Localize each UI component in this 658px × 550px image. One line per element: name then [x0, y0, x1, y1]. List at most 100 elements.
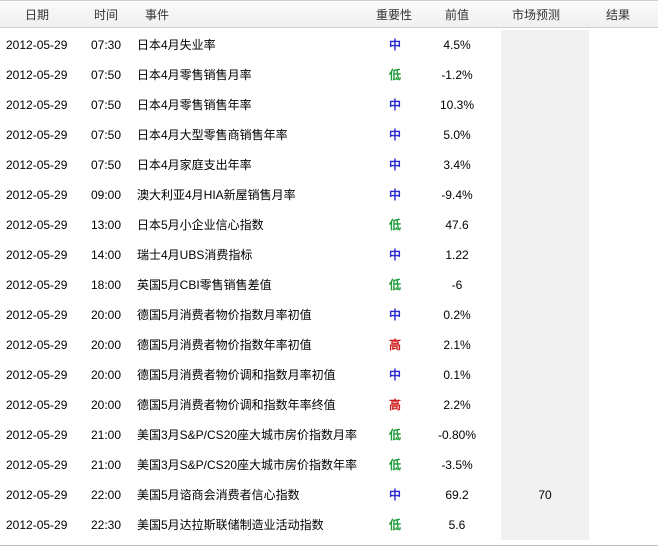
- row-time: 07:50: [90, 98, 122, 112]
- row-forecast: [501, 30, 589, 60]
- table-row: 2012-05-29 07:50 日本4月零售销售月率 低 -1.2%: [0, 60, 658, 90]
- row-time: 07:50: [90, 68, 122, 82]
- row-time: 13:00: [90, 218, 122, 232]
- row-previous: 47.6: [445, 218, 469, 232]
- row-time: 22:30: [90, 518, 122, 532]
- row-time: 18:00: [90, 278, 122, 292]
- row-importance: 高: [388, 398, 401, 412]
- table-row: 2012-05-29 20:00 德国5月消费者物价指数月率初值 中 0.2%: [0, 300, 658, 330]
- row-forecast: [501, 360, 589, 390]
- row-event: 日本4月家庭支出年率: [137, 158, 252, 172]
- row-importance: 低: [388, 428, 401, 442]
- row-previous: 5.6: [448, 518, 466, 532]
- row-importance: 低: [388, 518, 401, 532]
- row-event: 美国5月达拉斯联储制造业活动指数: [137, 518, 324, 532]
- row-forecast: [501, 420, 589, 450]
- row-previous: 3.4%: [443, 158, 471, 172]
- table-row: 2012-05-29 22:00 美国5月谘商会消费者信心指数 中 69.2 70: [0, 480, 658, 510]
- table-row: 2012-05-29 21:00 美国3月S&P/CS20座大城市房价指数月率 低 -0…: [0, 420, 658, 450]
- table-body: 2012-05-29 07:30 日本4月失业率中 4.5% 2012-05-29 07:…: [0, 30, 658, 540]
- row-previous: 1.22: [445, 248, 469, 262]
- header-importance: 重要性: [376, 8, 413, 22]
- row-event: 美国3月S&P/CS20座大城市房价指数月率: [137, 428, 358, 442]
- row-event: 日本4月零售销售月率: [137, 68, 252, 82]
- row-forecast: [501, 120, 589, 150]
- row-previous: 0.2%: [443, 308, 471, 322]
- row-importance: 中: [388, 248, 401, 262]
- row-previous: -9.4%: [441, 188, 473, 202]
- row-forecast: [501, 270, 589, 300]
- row-date: 2012-05-29: [6, 218, 68, 232]
- row-date: 2012-05-29: [6, 428, 68, 442]
- header-previous: 前值: [445, 8, 470, 22]
- row-event: 瑞士4月UBS消费指标: [137, 248, 253, 262]
- table-row: 2012-05-29 20:00 德国5月消费者物价调和指数年率终值 高 2.2%: [0, 390, 658, 420]
- row-importance: 高: [388, 338, 401, 352]
- row-forecast: [501, 450, 589, 480]
- row-date: 2012-05-29: [6, 518, 68, 532]
- table-row: 2012-05-29 18:00 英国5月CBI零售销售差值 低 -6: [0, 270, 658, 300]
- row-date: 2012-05-29: [6, 158, 68, 172]
- row-forecast: [501, 180, 589, 210]
- row-importance: 中: [388, 158, 401, 172]
- row-time: 20:00: [90, 338, 122, 352]
- row-time: 22:00: [90, 488, 122, 502]
- row-previous: 5.0%: [443, 128, 471, 142]
- row-previous: -3.5%: [441, 458, 473, 472]
- row-date: 2012-05-29: [6, 128, 68, 142]
- row-forecast: [501, 390, 589, 420]
- row-date: 2012-05-29: [6, 368, 68, 382]
- row-event: 德国5月消费者物价指数年率初值: [137, 338, 312, 352]
- header-actual: 结果: [606, 8, 631, 22]
- row-event: 日本4月零售销售年率: [137, 98, 252, 112]
- table-row: 2012-05-29 14:00 瑞士4月UBS消费指标 中 1.22: [0, 240, 658, 270]
- row-importance: 低: [388, 68, 401, 82]
- row-forecast: [501, 240, 589, 270]
- row-previous: 69.2: [445, 488, 469, 502]
- row-time: 20:00: [90, 308, 122, 322]
- row-event: 美国3月S&P/CS20座大城市房价指数年率: [137, 458, 358, 472]
- row-date: 2012-05-29: [6, 38, 68, 52]
- row-previous: -0.80%: [437, 428, 477, 442]
- row-importance: 中: [388, 128, 401, 142]
- row-forecast: [501, 300, 589, 330]
- row-date: 2012-05-29: [6, 68, 68, 82]
- row-time: 20:00: [90, 368, 122, 382]
- table-row: 2012-05-29 07:50 日本4月零售销售年率 中 10.3%: [0, 90, 658, 120]
- row-previous: -1.2%: [441, 68, 473, 82]
- row-date: 2012-05-29: [6, 98, 68, 112]
- row-importance: 低: [388, 218, 401, 232]
- table-row: 2012-05-29 07:50 日本4月家庭支出年率 中 3.4%: [0, 150, 658, 180]
- row-event: 德国5月消费者物价调和指数年率终值: [137, 398, 336, 412]
- row-time: 14:00: [90, 248, 122, 262]
- table-row: 2012-05-29 21:00 美国3月S&P/CS20座大城市房价指数年率 低 -3…: [0, 450, 658, 480]
- row-importance: 中: [388, 488, 401, 502]
- row-forecast: [501, 210, 589, 240]
- row-forecast: 70: [538, 488, 552, 502]
- row-event: 日本5月小企业信心指数: [137, 218, 264, 232]
- row-importance: 中: [388, 308, 401, 322]
- row-date: 2012-05-29: [6, 458, 68, 472]
- row-event: 英国5月CBI零售销售差值: [137, 278, 272, 292]
- economic-calendar-table: 日期 时间 事件 重要性 前值 市场预测 结果 2012-05-29 07:30 日…: [0, 0, 658, 546]
- row-date: 2012-05-29: [6, 398, 68, 412]
- row-importance: 中: [388, 188, 401, 202]
- table-row: 2012-05-29 20:00 德国5月消费者物价指数年率初值 高 2.1%: [0, 330, 658, 360]
- row-time: 20:00: [90, 398, 122, 412]
- row-forecast: [501, 330, 589, 360]
- row-date: 2012-05-29: [6, 188, 68, 202]
- row-previous: 2.2%: [443, 398, 471, 412]
- table-header: 日期 时间 事件 重要性 前值 市场预测 结果: [0, 0, 658, 28]
- header-forecast: 市场预测: [512, 8, 561, 22]
- header-time: 时间: [94, 8, 119, 22]
- row-importance: 低: [388, 458, 401, 472]
- row-time: 09:00: [90, 188, 122, 202]
- row-importance: 中: [388, 368, 401, 382]
- row-previous: -6: [451, 278, 463, 292]
- row-forecast: [501, 150, 589, 180]
- row-forecast: [501, 90, 589, 120]
- table-row: 2012-05-29 09:00 澳大利亚4月HIA新屋销售月率 中 -9.4%: [0, 180, 658, 210]
- row-event: 德国5月消费者物价调和指数月率初值: [137, 368, 336, 382]
- table-row: 2012-05-29 20:00 德国5月消费者物价调和指数月率初值 中 0.1%: [0, 360, 658, 390]
- row-date: 2012-05-29: [6, 308, 68, 322]
